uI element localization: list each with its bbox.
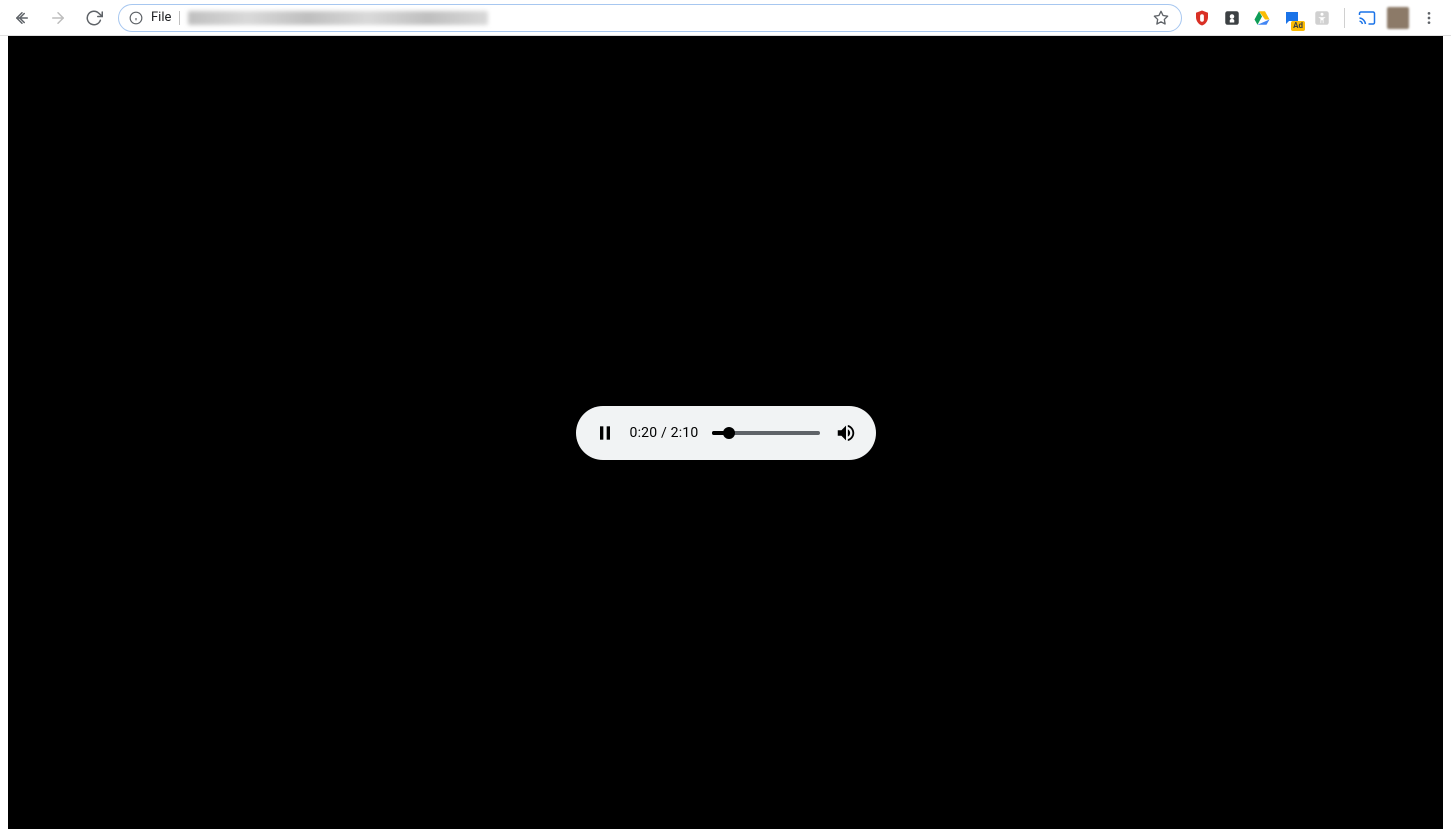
nav-button-group bbox=[8, 4, 108, 32]
browser-toolbar: File Ad bbox=[0, 0, 1451, 36]
accessibility-icon[interactable] bbox=[1312, 8, 1332, 28]
url-scheme-label: File bbox=[151, 10, 171, 25]
cast-icon bbox=[1358, 9, 1376, 27]
page-info-icon[interactable] bbox=[129, 11, 143, 25]
mute-button[interactable] bbox=[834, 421, 858, 445]
browser-menu-button[interactable] bbox=[1419, 4, 1439, 32]
duration: 2:10 bbox=[671, 425, 699, 441]
toolbar-separator bbox=[1344, 8, 1345, 28]
url-path-redacted bbox=[188, 11, 488, 25]
pause-icon bbox=[595, 423, 615, 443]
ublock-icon[interactable] bbox=[1192, 8, 1212, 28]
current-time: 0:20 bbox=[630, 425, 658, 441]
pause-button[interactable] bbox=[594, 422, 616, 444]
location-icon[interactable] bbox=[1222, 8, 1242, 28]
media-viewport[interactable]: 0:20 / 2:10 bbox=[8, 36, 1443, 829]
profile-avatar[interactable] bbox=[1387, 7, 1409, 29]
seek-thumb bbox=[723, 427, 735, 439]
bookmark-star-button[interactable] bbox=[1151, 8, 1171, 28]
back-button[interactable] bbox=[8, 4, 36, 32]
address-bar[interactable]: File bbox=[118, 4, 1182, 32]
time-display: 0:20 / 2:10 bbox=[630, 425, 699, 441]
arrow-right-icon bbox=[49, 9, 67, 27]
page-content: 0:20 / 2:10 bbox=[0, 36, 1451, 835]
reload-icon bbox=[85, 9, 103, 27]
url-divider bbox=[179, 11, 180, 25]
drive-icon[interactable] bbox=[1252, 8, 1272, 28]
kebab-icon bbox=[1421, 10, 1437, 26]
audio-player-controls: 0:20 / 2:10 bbox=[576, 406, 876, 460]
extensions-area: Ad bbox=[1188, 4, 1443, 32]
volume-icon bbox=[835, 422, 857, 444]
reload-button[interactable] bbox=[80, 4, 108, 32]
forward-button[interactable] bbox=[44, 4, 72, 32]
seek-slider[interactable] bbox=[712, 426, 819, 440]
chat-icon[interactable]: Ad bbox=[1282, 8, 1302, 28]
star-icon bbox=[1153, 10, 1169, 26]
ad-badge: Ad bbox=[1291, 21, 1305, 31]
cast-button[interactable] bbox=[1357, 8, 1377, 28]
time-separator: / bbox=[657, 425, 670, 441]
